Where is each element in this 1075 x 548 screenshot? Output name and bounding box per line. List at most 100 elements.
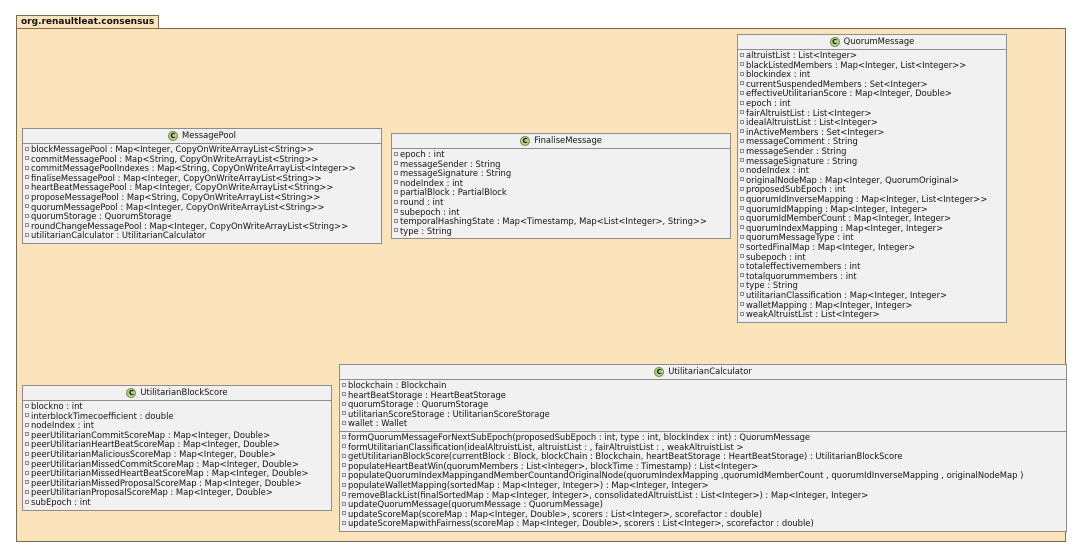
field-row-text: walletMapping : Map<Integer, Integer> [746, 299, 913, 310]
field-row-text: blockindex : int [746, 69, 811, 80]
visibility-icon [342, 472, 346, 477]
visibility-icon [740, 52, 744, 57]
visibility-icon [740, 158, 744, 163]
method-row-text: removeBlackList(finalSortedMap : Map<Int… [348, 489, 869, 500]
visibility-icon [342, 444, 346, 449]
visibility-icon [25, 232, 29, 237]
field-row-text: utilitarianClassification : Map<Integer,… [746, 289, 948, 300]
class-icon: C [829, 37, 840, 47]
class-icon: C [126, 388, 137, 398]
visibility-icon [740, 273, 744, 278]
class-header: C MessagePool [23, 129, 381, 145]
visibility-icon [25, 441, 29, 446]
field-row-text: wallet : Wallet [348, 418, 408, 429]
visibility-icon [25, 461, 29, 466]
field-row-text: subepoch : int [746, 251, 806, 262]
field-row-text: weakAltruistList : List<Integer> [746, 309, 880, 320]
field-row-text: temporalHashingState : Map<Timestamp, Ma… [400, 216, 707, 227]
visibility-icon [740, 225, 744, 230]
method-row-text: populateWalletMapping(sortedMap : Map<In… [348, 480, 709, 491]
class-name: UtilitarianBlockScore [140, 387, 228, 398]
field-row-text: epoch : int [746, 98, 791, 109]
field-row-text: round : int [400, 197, 444, 208]
field-row-text: blockno : int [31, 401, 83, 412]
visibility-icon [25, 422, 29, 427]
field-row-text: idealAltruistList : List<Integer> [746, 117, 878, 128]
method-row-text: populateQuorumIndexMappingandMemberCount… [348, 470, 1024, 481]
field-row-text: type : String [400, 225, 452, 236]
field-row-text: quorumMessageType : int [746, 232, 854, 243]
field-row-text: utilitarianScoreStorage : UtilitarianSco… [348, 408, 550, 419]
package-tab: org.renaultleat.consensus [16, 15, 160, 28]
visibility-icon [740, 90, 744, 95]
visibility-icon [342, 382, 346, 387]
visibility-icon [740, 196, 744, 201]
visibility-icon [394, 199, 398, 204]
visibility-icon [25, 165, 29, 170]
visibility-icon [740, 234, 744, 239]
visibility-icon [394, 189, 398, 194]
field-row-text: epoch : int [400, 149, 445, 160]
field-row-text: quorumStorage : QuorumStorage [348, 399, 489, 410]
visibility-icon [25, 413, 29, 418]
visibility-icon [25, 499, 29, 504]
visibility-icon [342, 511, 346, 516]
visibility-icon [342, 482, 346, 487]
visibility-icon [740, 282, 744, 287]
class-utilitarian-calculator: C UtilitarianCalculator blockchain : Block… [339, 364, 1067, 532]
class-header: C FinaliseMessage [392, 134, 730, 150]
field-row-text: totalquorummembers : int [746, 270, 857, 281]
field-row: type : String [392, 225, 730, 237]
visibility-icon [740, 62, 744, 67]
visibility-icon [25, 489, 29, 494]
visibility-icon [25, 213, 29, 218]
field-row-text: subEpoch : int [31, 497, 91, 508]
visibility-icon [740, 100, 744, 105]
class-finalise-message: C FinaliseMessage epoch : int messageSender… [391, 133, 731, 240]
class-icon: C [654, 367, 665, 377]
visibility-icon [342, 520, 346, 525]
field-row-text: peerUtilitarianMissedCommitScoreMap : Ma… [31, 458, 299, 469]
visibility-icon [25, 156, 29, 161]
visibility-icon [394, 180, 398, 185]
visibility-icon [740, 81, 744, 86]
field-row-text: blockMessagePool : Map<Integer, CopyOnWr… [31, 144, 315, 155]
visibility-icon [25, 432, 29, 437]
class-icon: C [167, 131, 178, 141]
visibility-icon [25, 175, 29, 180]
methods-section: formQuorumMessageForNextSubEpoch(propose… [340, 431, 1066, 531]
method-row-text: updateScoreMap(scoreMap : Map<Integer, D… [348, 508, 762, 519]
visibility-icon [740, 110, 744, 115]
method-row-text: formQuorumMessageForNextSubEpoch(propose… [348, 432, 811, 443]
visibility-icon [740, 215, 744, 220]
visibility-icon [394, 170, 398, 175]
field-row-text: nodeIndex : int [746, 165, 810, 176]
method-row-text: updateQuorumMessage(quorumMessage : Quor… [348, 499, 603, 510]
class-name: FinaliseMessage [534, 135, 602, 146]
fields-section: blockno : int interblockTimecoefficient :… [23, 401, 331, 510]
class-header: C UtilitarianCalculator [340, 365, 1066, 381]
visibility-icon [740, 177, 744, 182]
method-row-text: getUtilitarianBlockScore(currentBlock : … [348, 451, 903, 462]
visibility-icon [740, 148, 744, 153]
visibility-icon [342, 411, 346, 416]
visibility-icon [25, 194, 29, 199]
field-row: utilitarianScoreStorage : UtilitarianSco… [340, 408, 1066, 420]
field-row-text: partialBlock : PartialBlock [400, 187, 507, 198]
visibility-icon [394, 151, 398, 156]
method-row-text: updateScoreMapwithFairness(scoreMap : Ma… [348, 518, 814, 529]
visibility-icon [25, 451, 29, 456]
visibility-icon [740, 244, 744, 249]
field-row-text: peerUtilitarianMissedHeartBeatScoreMap :… [31, 468, 309, 479]
field-row-text: peerUtilitarianHeartBeatScoreMap : Map<I… [31, 439, 280, 450]
visibility-icon [25, 403, 29, 408]
field-row: weakAltruistList : List<Integer> [738, 309, 1006, 320]
field-row-text: proposedSubEpoch : int [746, 184, 846, 195]
visibility-icon [342, 463, 346, 468]
visibility-icon [740, 186, 744, 191]
visibility-icon [25, 223, 29, 228]
field-row-text: sortedFinalMap : Map<Integer, Integer> [746, 241, 916, 252]
class-name: MessagePool [181, 130, 237, 141]
visibility-icon [394, 228, 398, 233]
visibility-icon [740, 292, 744, 297]
